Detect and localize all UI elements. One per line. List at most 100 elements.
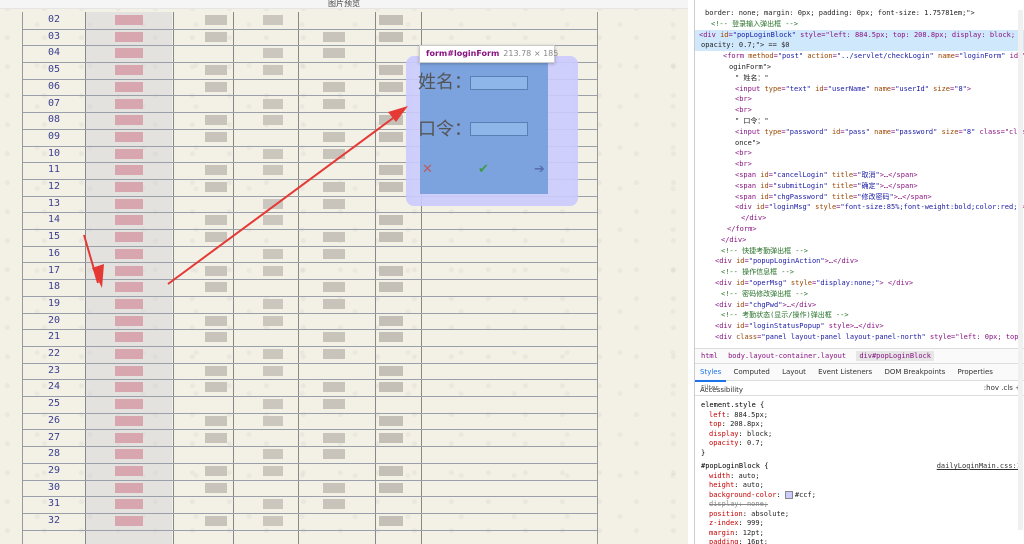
filter-input[interactable]: Filter	[701, 384, 718, 392]
filter-tools[interactable]: :hov .cls +	[984, 381, 1021, 395]
blurred-cell	[115, 298, 143, 309]
blurred-cell	[115, 98, 143, 109]
style-property[interactable]: top: 208.8px;	[695, 419, 1024, 429]
dom-node-line[interactable]: <br>	[695, 94, 1024, 105]
tab-dom-breakpoints[interactable]: DOM Breakpoints	[879, 364, 950, 380]
row-number: 07	[47, 97, 61, 109]
row-number: 11	[47, 164, 61, 176]
blurred-cell	[115, 215, 143, 226]
tab-computed[interactable]: Computed	[728, 364, 774, 380]
dom-node-line[interactable]: <div id="chgPwd">…</div>	[695, 300, 1024, 311]
dom-node-line[interactable]: " 口令："	[695, 116, 1024, 127]
confirm-icon[interactable]: ✔	[478, 162, 489, 177]
blurred-cell	[115, 198, 143, 209]
style-property[interactable]: width: auto;	[695, 471, 1024, 481]
dom-node-line[interactable]: </div>	[695, 213, 1024, 224]
blurred-cell	[323, 232, 345, 243]
dom-node-line[interactable]: </form>	[695, 224, 1024, 235]
dom-node-line[interactable]: " 姓名："	[695, 73, 1024, 84]
dom-node-line[interactable]: <input type="text" id="userName" name="u…	[695, 84, 1024, 95]
blurred-cell	[263, 15, 283, 25]
password-input[interactable]	[470, 122, 528, 136]
style-property[interactable]: z-index: 999;	[695, 518, 1024, 528]
dom-node-line[interactable]: border: none; margin: 0px; padding: 0px;…	[695, 8, 1024, 19]
blurred-cell	[379, 115, 403, 126]
table-row: 32	[23, 513, 597, 531]
style-property[interactable]: position: absolute;	[695, 509, 1024, 519]
blurred-cell	[205, 15, 227, 25]
dom-node-line[interactable]: <span id="submitLogin" title="确定">…</spa…	[695, 181, 1024, 192]
dom-node-line[interactable]: <input type="password" id="pass" name="p…	[695, 127, 1024, 138]
dom-node-line[interactable]: <div id="popLoginBlock" style="left: 884…	[695, 29, 1024, 41]
dom-node-line[interactable]: <br>	[695, 148, 1024, 159]
blurred-cell	[115, 365, 143, 376]
crumb-html[interactable]: html	[701, 352, 718, 360]
style-property[interactable]: height: auto;	[695, 480, 1024, 490]
change-password-icon[interactable]: ➔	[534, 162, 545, 177]
blurred-cell	[323, 349, 345, 359]
blurred-cell	[263, 48, 283, 59]
dom-node-line[interactable]: <!-- 快捷考勤弹出框 -->	[695, 246, 1024, 257]
blurred-cell	[379, 265, 403, 276]
dom-node-line[interactable]: <br>	[695, 159, 1024, 170]
style-property[interactable]: background-color: #ccf;	[695, 490, 1024, 500]
style-property[interactable]: display: none;	[695, 499, 1024, 509]
dom-node-line[interactable]: once">	[695, 138, 1024, 149]
tab-event-listeners[interactable]: Event Listeners	[813, 364, 877, 380]
blurred-cell	[323, 131, 345, 142]
style-property[interactable]: left: 884.5px;	[695, 410, 1024, 420]
blurred-cell	[115, 131, 143, 142]
dom-node-line[interactable]: <div id="popupLoginAction">…</div>	[695, 256, 1024, 267]
dom-node-line[interactable]: oginForm">	[695, 62, 1024, 73]
row-number: 09	[47, 130, 61, 142]
row-number: 21	[47, 331, 61, 343]
blurred-cell	[115, 148, 143, 159]
dom-node-line[interactable]: opacity: 0.7;"> == $0	[695, 40, 1024, 52]
blurred-cell	[205, 465, 227, 476]
dom-node-line[interactable]: <br>	[695, 105, 1024, 116]
style-property[interactable]: display: block;	[695, 429, 1024, 439]
blurred-cell	[323, 248, 345, 259]
blurred-cell	[263, 265, 283, 276]
row-number: 27	[47, 431, 61, 443]
dom-node-line[interactable]: <span id="chgPassword" title="修改密码">…</s…	[695, 192, 1024, 203]
blurred-cell	[205, 382, 227, 393]
blurred-cell	[205, 65, 227, 76]
inspect-tooltip: form#loginForm 213.78 × 185	[419, 45, 558, 63]
dom-node-line[interactable]: <span id="cancelLogin" title="取消">…</spa…	[695, 170, 1024, 181]
style-property[interactable]: padding: 16pt;	[695, 537, 1024, 544]
dom-node-line[interactable]: <form method="post" action="../servlet/c…	[695, 51, 1024, 62]
row-number: 28	[47, 448, 61, 460]
row-number: 26	[47, 414, 61, 426]
page-title: 图片预览	[328, 0, 360, 8]
cancel-icon[interactable]: ✕	[422, 162, 433, 177]
dom-node-line[interactable]: <div id="loginMsg" style="font-size:85%;…	[695, 202, 1024, 213]
devtools-scrollbar[interactable]	[1018, 10, 1023, 530]
row-number: 06	[47, 80, 61, 92]
dom-node-line[interactable]: <div class="panel layout-panel layout-pa…	[695, 332, 1024, 343]
crumb-body[interactable]: body.layout-container.layout	[728, 352, 846, 360]
dom-node-line[interactable]: <div id="operMsg" style="display:none;">…	[695, 278, 1024, 289]
blurred-cell	[323, 98, 345, 109]
dom-node-line[interactable]: <!-- 考勤状态(显示/操作)弹出框 -->	[695, 310, 1024, 321]
rule-source-link[interactable]: dailyLoginMain.css:1	[937, 461, 1021, 471]
tab-layout[interactable]: Layout	[777, 364, 811, 380]
style-property[interactable]: opacity: 0.7;	[695, 438, 1024, 448]
blurred-cell	[115, 115, 143, 126]
tab-styles[interactable]: Styles	[695, 364, 727, 382]
styles-filter[interactable]: Filter :hov .cls +	[695, 381, 1024, 396]
blurred-cell	[205, 282, 227, 293]
dom-node-line[interactable]: <!-- 登录输入弹出框 -->	[695, 19, 1024, 30]
row-number: 22	[47, 348, 61, 359]
crumb-current[interactable]: div#popLoginBlock	[856, 351, 934, 361]
dom-node-line[interactable]: <!-- 操作信息框 -->	[695, 267, 1024, 278]
style-property[interactable]: margin: 12pt;	[695, 528, 1024, 538]
dom-node-line[interactable]: <!-- 密码修改弹出框 -->	[695, 289, 1024, 300]
tab-properties[interactable]: Properties	[953, 364, 998, 380]
dom-node-line[interactable]: <div id="loginStatusPopup" style>…</div>	[695, 321, 1024, 332]
blurred-cell	[263, 399, 283, 410]
color-swatch[interactable]	[784, 490, 793, 499]
dom-node-line[interactable]: </div>	[695, 235, 1024, 246]
blurred-cell	[115, 516, 143, 526]
username-input[interactable]	[470, 76, 528, 90]
